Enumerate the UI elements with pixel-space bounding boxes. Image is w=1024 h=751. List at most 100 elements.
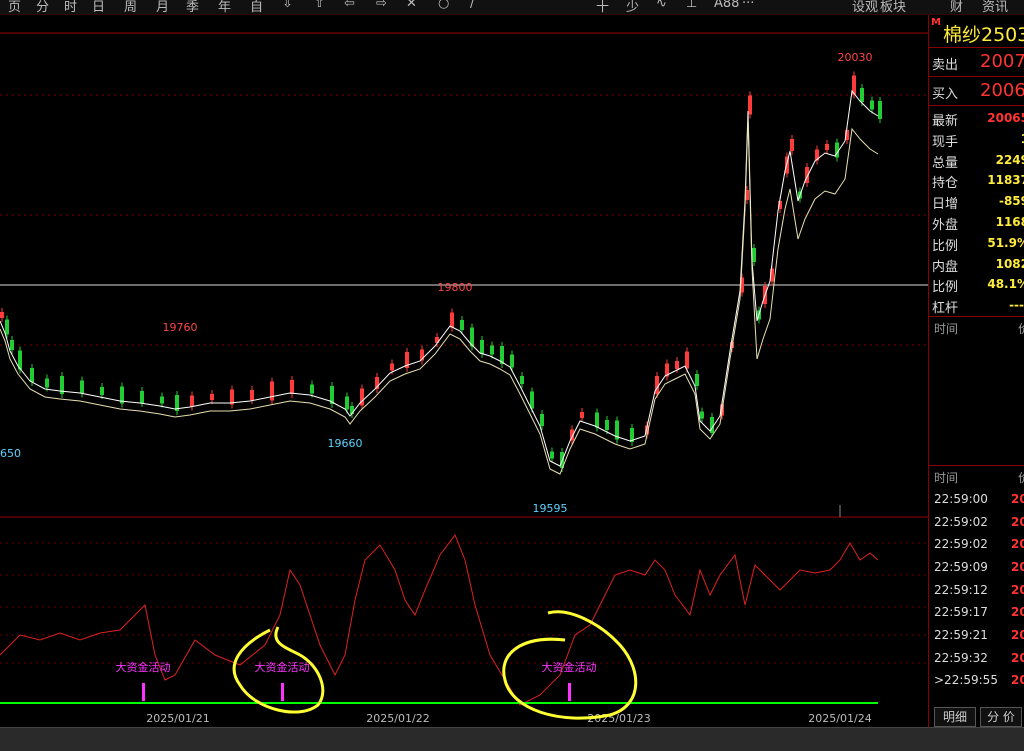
toolbar-item-6[interactable]: 季 (186, 0, 199, 14)
toolbar-item-7[interactable]: 年 (218, 0, 231, 14)
toolbar-item-11[interactable]: ⇦ (344, 0, 355, 11)
tab-split-price[interactable]: 分 价 (980, 707, 1022, 727)
stat-label: 现手 (932, 134, 959, 150)
stat-label: 内盘 (932, 259, 959, 275)
toolbar-item-12[interactable]: ⇨ (376, 0, 387, 11)
stat-row: 内盘 1082 (929, 254, 1024, 275)
candle-body (310, 384, 314, 394)
toolbar-item-10[interactable]: ⇧ (314, 0, 325, 11)
toolbar-item-16[interactable]: 十 (596, 0, 609, 14)
toolbar-item-14[interactable]: ○ (438, 0, 449, 11)
toolbar-item-24[interactable]: 财 (950, 0, 963, 14)
tick-row[interactable]: 22:59:09 20 (929, 556, 1024, 579)
tick-time: 22:59:02 (934, 537, 988, 552)
toolbar-item-5[interactable]: 月 (156, 0, 169, 14)
toolbar-item-19[interactable]: ⊥ (686, 0, 697, 11)
quote-panel: M 棉纱2503 卖出 20075 买入 20065 最新 20065 现手 1 总量 2… (928, 15, 1024, 727)
candle-body (140, 391, 144, 403)
ticks-list[interactable]: 22:59:00 20 22:59:02 20 22:59:02 20 22:59:09 20… (929, 488, 1024, 692)
toolbar-item-1[interactable]: 分 (36, 0, 49, 14)
ticks-time-header: 时间 (934, 470, 959, 485)
tick-price: 20 (1011, 582, 1024, 597)
big-money-signal-bar (568, 683, 571, 701)
big-money-annotation: 大资金活动 (116, 660, 171, 674)
candle-body (870, 100, 874, 110)
buy-price: 20065 (980, 80, 1024, 101)
stat-label: 总量 (932, 155, 959, 171)
candle-body (0, 312, 4, 318)
stat-row: 外盘 1168 (929, 212, 1024, 233)
candle-body (540, 414, 544, 426)
candle-body (390, 363, 394, 371)
toolbar: 页 分 时 日 周 月 季 年 自 ⇩ ⇧ ⇦ ⇨ ✕ ○ / 十 少 ∿ ⊥ A88 ··· 设观 板块 财 资讯 (0, 0, 1024, 15)
stat-row: 持仓 11837 (929, 170, 1024, 191)
chart-svg[interactable]: 19760 19800 20030 650 19660 19595 2025/01/21 2… (0, 15, 928, 727)
stat-label: 外盘 (932, 217, 959, 233)
candle-body (595, 412, 599, 428)
toolbar-item-8[interactable]: 自 (250, 0, 263, 14)
toolbar-item-15[interactable]: / (470, 0, 474, 11)
toolbar-item-0[interactable]: 页 (8, 0, 21, 14)
toolbar-item-3[interactable]: 日 (92, 0, 105, 14)
sell-row[interactable]: 卖出 20075 (929, 48, 1024, 77)
candle-body (480, 340, 484, 354)
contract-name: 棉纱2503 (943, 24, 1024, 46)
toolbar-item-18[interactable]: ∿ (656, 0, 667, 11)
candle-body (860, 88, 864, 102)
stat-row: 现手 1 (929, 129, 1024, 150)
buy-label: 买入 (932, 87, 959, 102)
toolbar-item-21[interactable]: ··· (742, 0, 754, 11)
toolbar-item-13[interactable]: ✕ (406, 0, 417, 11)
ticks-header: 时间 价 (929, 464, 1024, 488)
candle-body (160, 396, 164, 404)
ticks-price-header: 价 (1018, 469, 1024, 486)
price-label: 19800 (438, 281, 473, 294)
stat-row: 日增 -859 (929, 191, 1024, 212)
big-money-annotation: 大资金活动 (542, 660, 597, 674)
candle-body (100, 387, 104, 395)
indicator-line (0, 533, 879, 706)
buy-row[interactable]: 买入 20065 (929, 77, 1024, 106)
candle-body (675, 361, 679, 369)
stat-label: 杠杆 (932, 301, 959, 317)
toolbar-item-4[interactable]: 周 (124, 0, 137, 14)
tick-row[interactable]: 22:59:21 20 (929, 624, 1024, 647)
stat-row: 总量 2249 (929, 150, 1024, 171)
toolbar-item-17[interactable]: 少 (626, 0, 639, 14)
candle-body (345, 396, 349, 410)
tick-row[interactable]: 22:59:12 20 (929, 579, 1024, 602)
toolbar-item-9[interactable]: ⇩ (282, 0, 293, 11)
market-marker: M (931, 17, 941, 28)
tick-row[interactable]: >22:59:55 20 (929, 669, 1024, 692)
status-bar (0, 727, 1024, 751)
stats-list: 最新 20065 现手 1 总量 2249 持仓 11837 日增 -859 外盘 1168 比例 51.… (929, 106, 1024, 316)
candle-body (270, 381, 274, 401)
candle-body (550, 451, 554, 459)
date-axis-label: 2025/01/24 (808, 712, 871, 725)
candle-body (790, 139, 794, 151)
tick-price: 20 (1011, 514, 1024, 529)
contract-header[interactable]: M 棉纱2503 (929, 15, 1024, 48)
toolbar-item-22[interactable]: 设观 (852, 0, 878, 14)
tick-row[interactable]: 22:59:17 20 (929, 601, 1024, 624)
tab-detail[interactable]: 明细 (934, 707, 976, 727)
stat-value: 51.9% (987, 235, 1024, 250)
tick-row[interactable]: 22:59:00 20 (929, 488, 1024, 511)
kline-chart[interactable]: 19760 19800 20030 650 19660 19595 2025/01/21 2… (0, 15, 928, 727)
stat-value: 2249 (995, 152, 1024, 167)
date-axis-label: 2025/01/21 (146, 712, 209, 725)
tick-row[interactable]: 22:59:32 20 (929, 647, 1024, 670)
candle-body (878, 101, 882, 119)
candle-body (580, 412, 584, 418)
candle-body (510, 354, 514, 368)
toolbar-item-2[interactable]: 时 (64, 0, 77, 14)
tick-time: 22:59:32 (934, 650, 988, 665)
candle-body (752, 248, 756, 262)
toolbar-item-23[interactable]: 板块 (880, 0, 906, 14)
toolbar-item-25[interactable]: 资讯 (982, 0, 1008, 14)
tick-row[interactable]: 22:59:02 20 (929, 533, 1024, 556)
toolbar-item-20[interactable]: A88 (714, 0, 739, 11)
candle-body (250, 390, 254, 400)
tick-row[interactable]: 22:59:02 20 (929, 511, 1024, 534)
candle-body (695, 374, 699, 386)
